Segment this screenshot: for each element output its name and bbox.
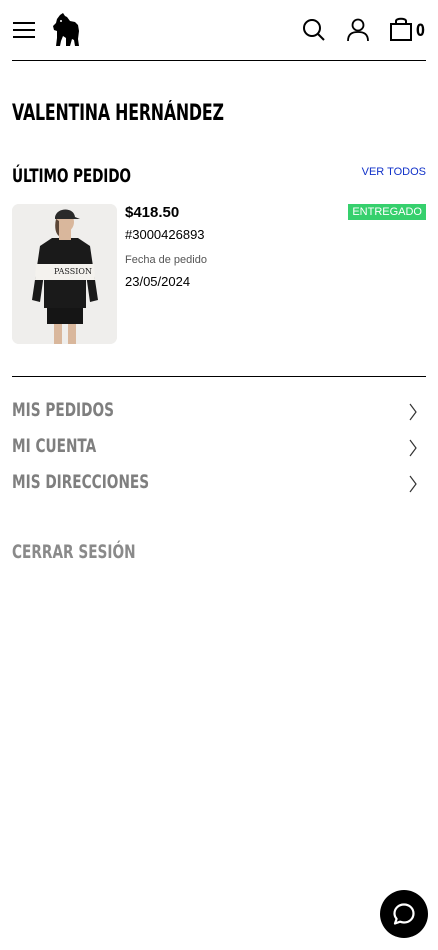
- cart-button[interactable]: 0: [390, 17, 430, 43]
- account-menu: MIS PEDIDOS MI CUENTA MIS DIRECCIONES: [12, 397, 426, 505]
- search-icon: [303, 19, 325, 41]
- see-all-orders-link[interactable]: VER TODOS: [362, 166, 426, 178]
- dog-logo-icon[interactable]: [51, 13, 81, 47]
- order-price: $418.50: [125, 204, 180, 221]
- section-divider: [12, 376, 426, 377]
- menu-item-my-account[interactable]: MI CUENTA: [12, 433, 426, 469]
- order-date: 23/05/2024: [125, 274, 191, 289]
- hamburger-icon: [13, 22, 35, 38]
- menu-button[interactable]: [13, 20, 35, 40]
- chevron-right-icon: [409, 403, 417, 421]
- menu-item-my-orders[interactable]: MIS PEDIDOS: [12, 397, 426, 433]
- menu-item-label: MIS DIRECCIONES: [12, 471, 150, 493]
- menu-item-my-addresses[interactable]: MIS DIRECCIONES: [12, 469, 426, 505]
- header-divider: [12, 60, 426, 61]
- chat-bubble-icon: [393, 903, 415, 925]
- last-order-card[interactable]: PASSION $418.50 #3000426893 Fecha de ped…: [12, 204, 426, 344]
- order-date-label: Fecha de pedido: [125, 254, 207, 266]
- shopping-bag-icon: [390, 17, 412, 41]
- cart-count: 0: [416, 21, 425, 41]
- sweater-print-text: PASSION: [54, 267, 92, 276]
- order-number: #3000426893: [125, 227, 205, 242]
- chat-button[interactable]: [380, 890, 428, 938]
- chevron-right-icon: [409, 439, 417, 457]
- user-icon: [347, 18, 369, 42]
- search-button[interactable]: [302, 18, 326, 42]
- last-order-heading: ÚLTIMO PEDIDO: [12, 165, 131, 187]
- order-product-image[interactable]: PASSION: [12, 204, 117, 344]
- status-badge: ENTREGADO: [348, 204, 426, 220]
- user-name: VALENTINA HERNÁNDEZ: [12, 101, 224, 126]
- logout-button[interactable]: CERRAR SESIÓN: [12, 541, 136, 563]
- menu-item-label: MIS PEDIDOS: [12, 399, 114, 421]
- account-button[interactable]: [346, 18, 370, 42]
- menu-item-label: MI CUENTA: [12, 435, 97, 457]
- site-header: 0: [0, 0, 438, 61]
- chevron-right-icon: [409, 475, 417, 493]
